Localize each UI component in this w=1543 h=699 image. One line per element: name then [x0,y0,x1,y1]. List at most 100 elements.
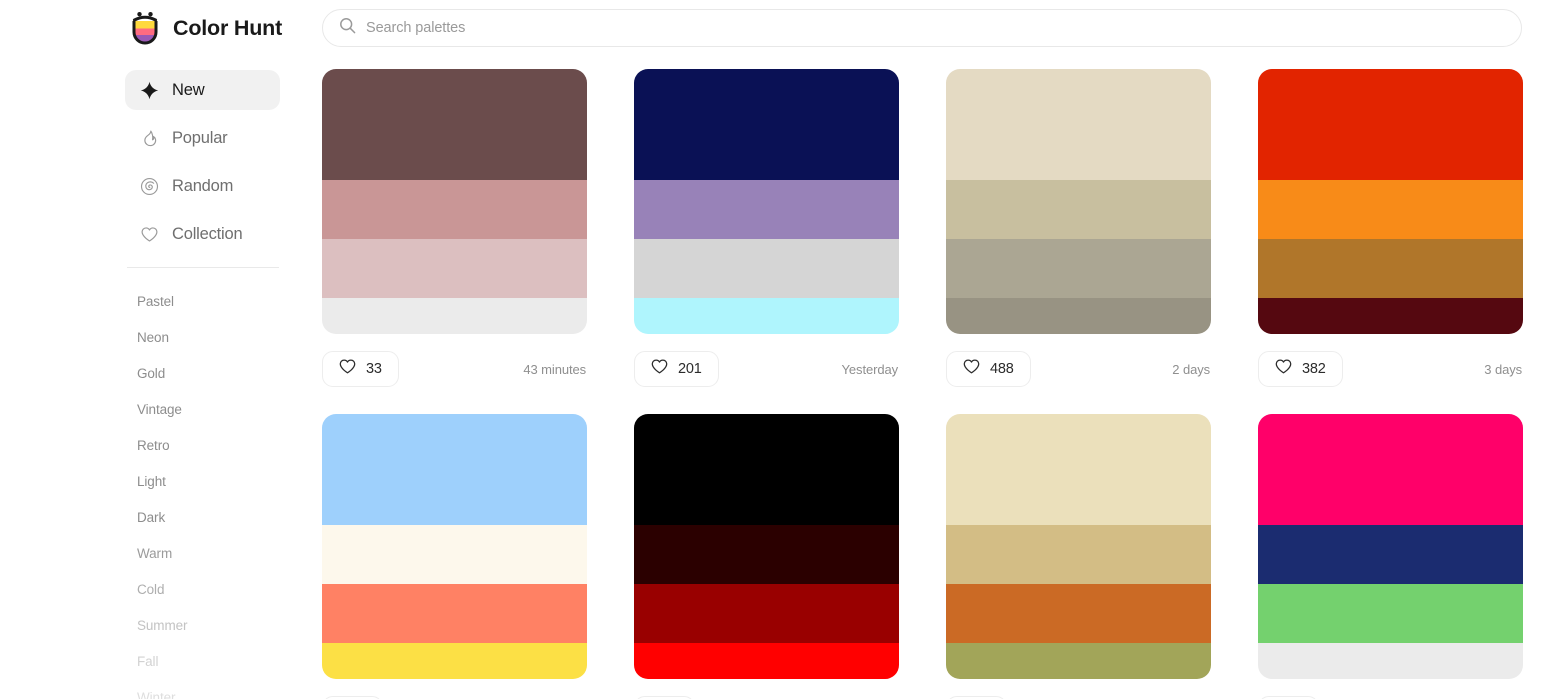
palette-swatch[interactable] [946,525,1211,584]
palette-time: Yesterday [841,361,899,377]
search-icon [339,17,356,39]
palette-swatches[interactable] [634,414,899,679]
palette-swatch[interactable] [634,180,899,239]
flame-icon [139,128,159,148]
like-button[interactable]: 33 [322,351,399,387]
sidebar-tag-retro[interactable]: Retro [125,428,322,464]
sidebar-tag-summer[interactable]: Summer [125,608,322,644]
palette-swatches[interactable] [322,414,587,679]
palette-swatch[interactable] [1258,584,1523,643]
heart-icon [1274,357,1293,381]
palette-swatch[interactable] [634,69,899,180]
sidebar-tag-neon[interactable]: Neon [125,320,322,356]
sidebar-tag-winter[interactable]: Winter [125,680,322,699]
palette-card[interactable]: 488 2 days [946,69,1211,387]
like-count: 382 [1302,361,1326,377]
sidebar: New Popular Random Collection Pastel Neo… [0,56,322,699]
palette-swatch[interactable] [1258,298,1523,334]
sidebar-tag-gold[interactable]: Gold [125,356,322,392]
sidebar-item-random[interactable]: Random [125,166,280,206]
palette-swatch[interactable] [946,584,1211,643]
palette-swatches[interactable] [1258,414,1523,679]
sidebar-nav: New Popular Random Collection [125,56,322,254]
palette-swatch[interactable] [1258,69,1523,180]
palette-swatch[interactable] [946,239,1211,298]
sidebar-tag-pastel[interactable]: Pastel [125,284,322,320]
spiral-icon [139,176,159,196]
palette-card[interactable]: 201 Yesterday [634,69,899,387]
sidebar-tag-warm[interactable]: Warm [125,536,322,572]
palette-swatches[interactable] [946,69,1211,334]
palette-time: 2 days [1172,361,1210,377]
sidebar-item-label: Random [172,176,234,195]
sidebar-item-new[interactable]: New [125,70,280,110]
palette-card-meta: 33 43 minutes [322,351,587,387]
search-box[interactable] [322,9,1522,47]
palette-swatch[interactable] [322,643,587,679]
palette-swatch[interactable] [946,69,1211,180]
palette-grid: 33 43 minutes 201 Yesterday 488 2 days 382 3 da… [322,69,1543,699]
palette-card-meta: 382 3 days [1258,351,1523,387]
palette-swatch[interactable] [1258,239,1523,298]
sidebar-tag-fall[interactable]: Fall [125,644,322,680]
palette-swatches[interactable] [1258,69,1523,334]
palette-swatch[interactable] [1258,525,1523,584]
palette-swatch[interactable] [322,180,587,239]
heart-icon [650,357,669,381]
palette-swatch[interactable] [946,643,1211,679]
palette-card-meta: 488 2 days [946,351,1211,387]
palette-swatch[interactable] [634,525,899,584]
palette-card[interactable] [322,414,587,699]
palette-swatch[interactable] [946,298,1211,334]
brand-logo-link[interactable]: Color Hunt [0,0,282,56]
sidebar-item-label: New [172,80,205,99]
palette-swatch[interactable] [322,298,587,334]
palette-card[interactable] [634,414,899,699]
heart-icon [139,224,159,244]
palette-swatches[interactable] [946,414,1211,679]
heart-icon [962,357,981,381]
like-button[interactable]: 201 [634,351,719,387]
palette-swatch[interactable] [322,584,587,643]
palette-swatches[interactable] [322,69,587,334]
like-count: 201 [678,361,702,377]
palette-swatch[interactable] [1258,643,1523,679]
like-button[interactable]: 488 [946,351,1031,387]
palette-swatches[interactable] [634,69,899,334]
sidebar-tag-dark[interactable]: Dark [125,500,322,536]
palette-swatch[interactable] [1258,414,1523,525]
palette-swatch[interactable] [322,69,587,180]
palette-card[interactable] [1258,414,1523,699]
sparkle-icon [139,80,159,100]
palette-time: 3 days [1484,361,1522,377]
palette-swatch[interactable] [322,239,587,298]
palette-swatch[interactable] [946,414,1211,525]
palette-swatch[interactable] [634,298,899,334]
palette-swatch[interactable] [946,180,1211,239]
sidebar-item-collection[interactable]: Collection [125,214,280,254]
heart-icon [338,357,357,381]
palette-card[interactable]: 382 3 days [1258,69,1523,387]
sidebar-tag-vintage[interactable]: Vintage [125,392,322,428]
palette-swatch[interactable] [634,643,899,679]
sidebar-tag-light[interactable]: Light [125,464,322,500]
palette-swatch[interactable] [634,239,899,298]
palette-swatch[interactable] [634,414,899,525]
palette-swatch[interactable] [322,525,587,584]
app-header: Color Hunt [0,0,1543,56]
search-input[interactable] [366,20,1507,36]
sidebar-item-popular[interactable]: Popular [125,118,280,158]
search-bar[interactable] [322,9,1522,47]
like-button[interactable]: 382 [1258,351,1343,387]
sidebar-tag-cold[interactable]: Cold [125,572,322,608]
color-hunt-app: Color Hunt Search palettes New Popular R… [0,0,1543,699]
colorhunt-smiley-logo-icon [128,10,162,46]
palette-swatch[interactable] [1258,180,1523,239]
palette-swatch[interactable] [322,414,587,525]
palette-card[interactable]: 33 43 minutes [322,69,587,387]
palette-card[interactable] [946,414,1211,699]
palette-time: 43 minutes [523,361,586,377]
palette-swatch[interactable] [634,584,899,643]
brand-name: Color Hunt [173,15,283,40]
palette-card-meta: 201 Yesterday [634,351,899,387]
